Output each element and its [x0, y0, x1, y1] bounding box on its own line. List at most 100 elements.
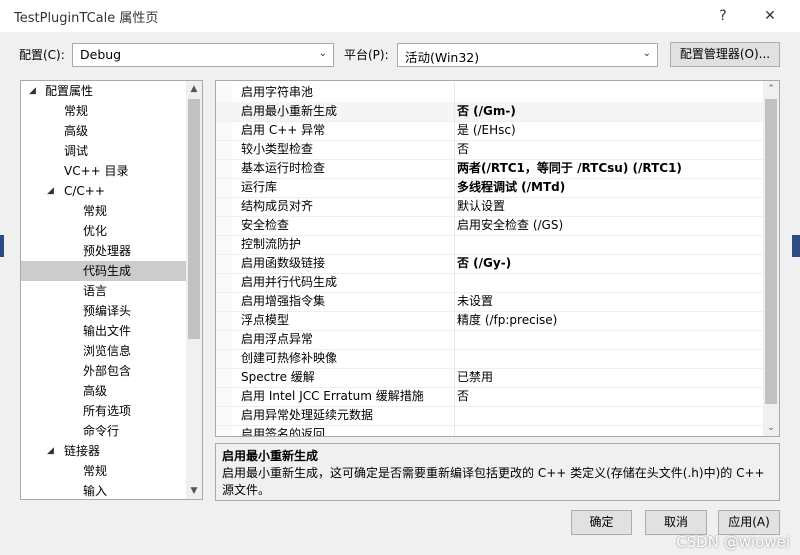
property-name: 启用 C++ 异常 — [241, 123, 326, 137]
tree-item-label: 配置属性 — [45, 84, 94, 98]
tree-item[interactable]: 所有选项 — [21, 401, 187, 421]
property-row[interactable]: 启用函数级链接 否 (/Gy-) — [216, 254, 764, 274]
tree-item-label: 预编译头 — [83, 304, 132, 318]
property-value[interactable]: 是 (/EHsc) — [454, 121, 765, 140]
property-row[interactable]: 启用字符串池 — [216, 83, 764, 103]
description-panel: 启用最小重新生成 启用最小重新生成，这可确定是否需要重新编译包括更改的 C++ … — [215, 443, 780, 501]
property-row[interactable]: 启用 C++ 异常 是 (/EHsc) — [216, 121, 764, 141]
property-row[interactable]: 创建可热修补映像 — [216, 349, 764, 369]
property-row[interactable]: Spectre 缓解 已禁用 — [216, 368, 764, 388]
property-row[interactable]: 启用签名的返回 — [216, 425, 765, 436]
property-value[interactable] — [454, 273, 765, 292]
ok-button[interactable]: 确定 — [571, 510, 632, 535]
tree-item[interactable]: 优化 — [21, 221, 187, 241]
scroll-up-icon[interactable]: ▲ — [186, 81, 202, 97]
property-value[interactable]: 已禁用 — [454, 368, 765, 387]
property-value[interactable] — [454, 349, 765, 368]
tree-item[interactable]: 外部包含 — [21, 361, 187, 381]
property-name: 启用函数级链接 — [241, 256, 326, 270]
property-row[interactable]: 启用并行代码生成 — [216, 273, 764, 293]
close-button[interactable]: ✕ — [755, 4, 785, 28]
property-name: 浮点模型 — [241, 313, 290, 327]
tree-item[interactable]: 预处理器 — [21, 241, 187, 261]
tree-item-label: 代码生成 — [83, 264, 132, 278]
property-row[interactable]: 控制流防护 — [216, 235, 764, 255]
cancel-button[interactable]: 取消 — [645, 510, 707, 535]
scroll-down-icon[interactable]: ⌄ — [763, 420, 779, 436]
property-row[interactable]: 结构成员对齐 默认设置 — [216, 197, 764, 217]
property-row[interactable]: 启用异常处理延续元数据 — [216, 406, 764, 426]
grid-scrollbar[interactable]: ⌃ ⌄ — [763, 81, 779, 436]
property-value[interactable]: 否 (/Gy-) — [454, 254, 765, 273]
property-name: 结构成员对齐 — [241, 199, 314, 213]
property-row[interactable]: 基本运行时检查 两者(/RTC1，等同于 /RTCsu) (/RTC1) — [216, 159, 764, 179]
tree-item[interactable]: VC++ 目录 — [21, 161, 187, 181]
property-value[interactable]: 否 — [454, 140, 765, 159]
tree-item-label: 浏览信息 — [83, 344, 132, 358]
property-grid[interactable]: 启用字符串池启用最小重新生成 否 (/Gm-) 启用 C++ 异常 是 (/EHsc)… — [215, 80, 780, 437]
property-value[interactable] — [454, 83, 765, 102]
tree-item[interactable]: 高级 — [21, 121, 187, 141]
tree-item[interactable]: 输出文件 — [21, 321, 187, 341]
tree-item[interactable]: 预编译头 — [21, 301, 187, 321]
tree-scroll-thumb[interactable] — [188, 99, 200, 339]
configuration-manager-button[interactable]: 配置管理器(O)... — [670, 42, 780, 67]
property-value[interactable]: 两者(/RTC1，等同于 /RTCsu) (/RTC1) — [454, 159, 765, 178]
property-name: Spectre 缓解 — [241, 370, 315, 384]
property-name: 启用 Intel JCC Erratum 缓解措施 — [241, 389, 424, 403]
property-row[interactable]: 浮点模型 精度 (/fp:precise) — [216, 311, 764, 331]
tree-item[interactable]: 常规 — [21, 101, 187, 121]
tree-item[interactable]: ◢ 链接器 — [21, 441, 187, 461]
property-row[interactable]: 安全检查 启用安全检查 (/GS) — [216, 216, 764, 236]
property-row[interactable]: 较小类型检查 否 — [216, 140, 764, 160]
scroll-up-icon[interactable]: ⌃ — [763, 81, 779, 97]
grid-scroll-thumb[interactable] — [765, 99, 777, 404]
tree-item[interactable]: 常规 — [21, 201, 187, 221]
property-value[interactable]: 启用安全检查 (/GS) — [454, 216, 765, 235]
property-value[interactable] — [454, 425, 765, 436]
tree-item[interactable]: 代码生成 — [21, 261, 187, 281]
property-row[interactable]: 启用增强指令集 未设置 — [216, 292, 764, 312]
help-button[interactable]: ? — [708, 4, 738, 28]
tree-item[interactable]: 命令行 — [21, 421, 187, 441]
triangle-expanded-icon[interactable]: ◢ — [29, 81, 36, 101]
property-row[interactable]: 运行库 多线程调试 (/MTd) — [216, 178, 764, 198]
triangle-expanded-icon[interactable]: ◢ — [47, 181, 54, 201]
property-value[interactable]: 默认设置 — [454, 197, 765, 216]
triangle-expanded-icon[interactable]: ◢ — [47, 441, 54, 461]
tree-item[interactable]: 高级 — [21, 381, 187, 401]
property-name: 启用并行代码生成 — [241, 275, 338, 289]
property-name: 控制流防护 — [241, 237, 302, 251]
tree-scrollbar[interactable]: ▲ ▼ — [186, 81, 202, 499]
tree-item-label: 高级 — [64, 124, 89, 138]
property-value[interactable] — [454, 235, 765, 254]
tree-item[interactable]: 调试 — [21, 141, 187, 161]
property-row[interactable]: 启用最小重新生成 否 (/Gm-) — [216, 102, 764, 122]
property-value[interactable]: 否 (/Gm-) — [454, 102, 765, 121]
tree-item[interactable]: 浏览信息 — [21, 341, 187, 361]
property-tree[interactable]: ◢ 配置属性 常规 高级 调试 VC++ 目录 ◢ C/C++ 常规 优化 预处理器 代码生成 语言 预编… — [20, 80, 203, 500]
apply-button[interactable]: 应用(A) — [718, 510, 780, 535]
tree-item[interactable]: ◢ C/C++ — [21, 181, 187, 201]
property-row[interactable]: 启用 Intel JCC Erratum 缓解措施 否 — [216, 387, 764, 407]
property-name: 基本运行时检查 — [241, 161, 326, 175]
scroll-down-icon[interactable]: ▼ — [186, 483, 202, 499]
property-value[interactable] — [454, 406, 765, 425]
property-value[interactable] — [454, 330, 765, 349]
configuration-combo[interactable]: Debug ⌄ — [72, 43, 334, 67]
property-value[interactable]: 多线程调试 (/MTd) — [454, 178, 765, 197]
property-name: 启用字符串池 — [241, 85, 314, 99]
chevron-down-icon: ⌄ — [642, 48, 651, 59]
tree-item[interactable]: 输入 — [21, 481, 187, 499]
property-value[interactable]: 未设置 — [454, 292, 765, 311]
tree-item[interactable]: ◢ 配置属性 — [21, 81, 187, 101]
property-row[interactable]: 启用浮点异常 — [216, 330, 764, 350]
tree-item-label: C/C++ — [64, 184, 105, 198]
property-value[interactable]: 否 — [454, 387, 765, 406]
tree-item[interactable]: 语言 — [21, 281, 187, 301]
property-name: 启用异常处理延续元数据 — [241, 408, 374, 422]
tree-item[interactable]: 常规 — [21, 461, 187, 481]
property-value[interactable]: 精度 (/fp:precise) — [454, 311, 765, 330]
tree-item-label: VC++ 目录 — [64, 164, 129, 178]
platform-combo[interactable]: 活动(Win32) ⌄ — [397, 43, 658, 67]
